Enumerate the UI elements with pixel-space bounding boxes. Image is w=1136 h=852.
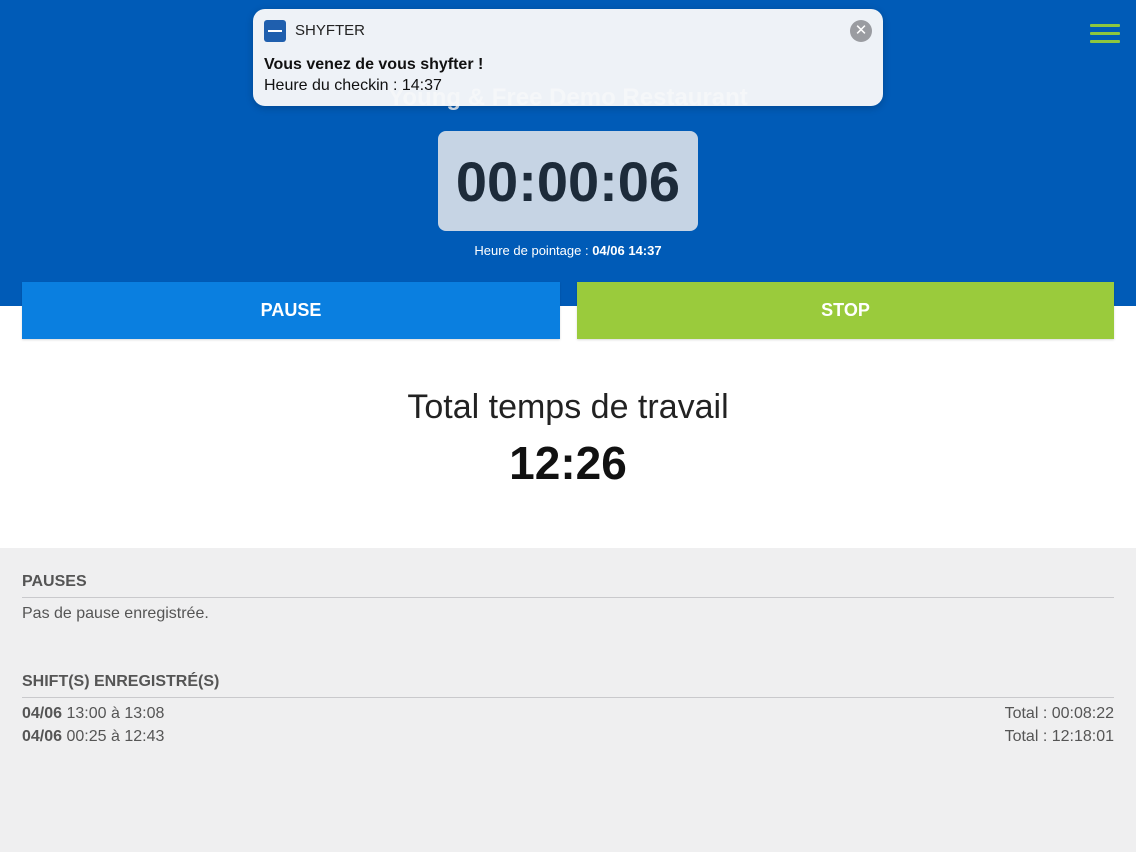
shift-row: 04/06 00:25 à 12:43 Total : 12:18:01	[22, 728, 1114, 746]
shift-time: 04/06 00:25 à 12:43	[22, 728, 164, 746]
total-work-time-value: 12:26	[509, 437, 627, 489]
checkin-value: 04/06 14:37	[592, 243, 662, 258]
pauses-section-title: PAUSES	[22, 573, 1114, 598]
shift-total: Total : 00:08:22	[1004, 705, 1114, 722]
timer-display: 00:00:06	[438, 131, 698, 231]
shift-range: 00:25 à 12:43	[66, 728, 165, 745]
shift-range: 13:00 à 13:08	[66, 705, 165, 722]
timer-value: 00:00:06	[455, 149, 681, 213]
shift-date: 04/06	[22, 705, 63, 722]
close-icon[interactable]: ✕	[850, 20, 872, 42]
checkin-label: Heure de pointage :	[474, 243, 589, 258]
shift-total: Total : 12:18:01	[1004, 728, 1114, 745]
pauses-empty-text: Pas de pause enregistrée.	[22, 605, 209, 622]
shift-date: 04/06	[22, 728, 63, 745]
shift-time: 04/06 13:00 à 13:08	[22, 705, 164, 723]
shyfter-app-icon	[264, 20, 286, 42]
notification-app-name: SHYFTER	[295, 22, 366, 39]
notification-banner[interactable]: SHYFTER ✕ Vous venez de vous shyfter ! H…	[253, 9, 883, 106]
notification-title: Vous venez de vous shyfter !	[264, 56, 484, 73]
shifts-section-title: SHIFT(S) ENREGISTRÉ(S)	[22, 673, 1114, 698]
checkin-info: Heure de pointage : 04/06 14:37	[0, 243, 1136, 258]
shift-row: 04/06 13:00 à 13:08 Total : 00:08:22	[22, 705, 1114, 723]
stop-button[interactable]: STOP	[577, 282, 1114, 339]
notification-body: Heure du checkin : 14:37	[264, 77, 442, 94]
hamburger-menu-icon[interactable]	[1090, 24, 1120, 44]
pause-button[interactable]: PAUSE	[22, 282, 560, 339]
history-panel: PAUSES Pas de pause enregistrée. SHIFT(S…	[0, 548, 1136, 852]
total-work-time-label: Total temps de travail	[407, 388, 729, 426]
